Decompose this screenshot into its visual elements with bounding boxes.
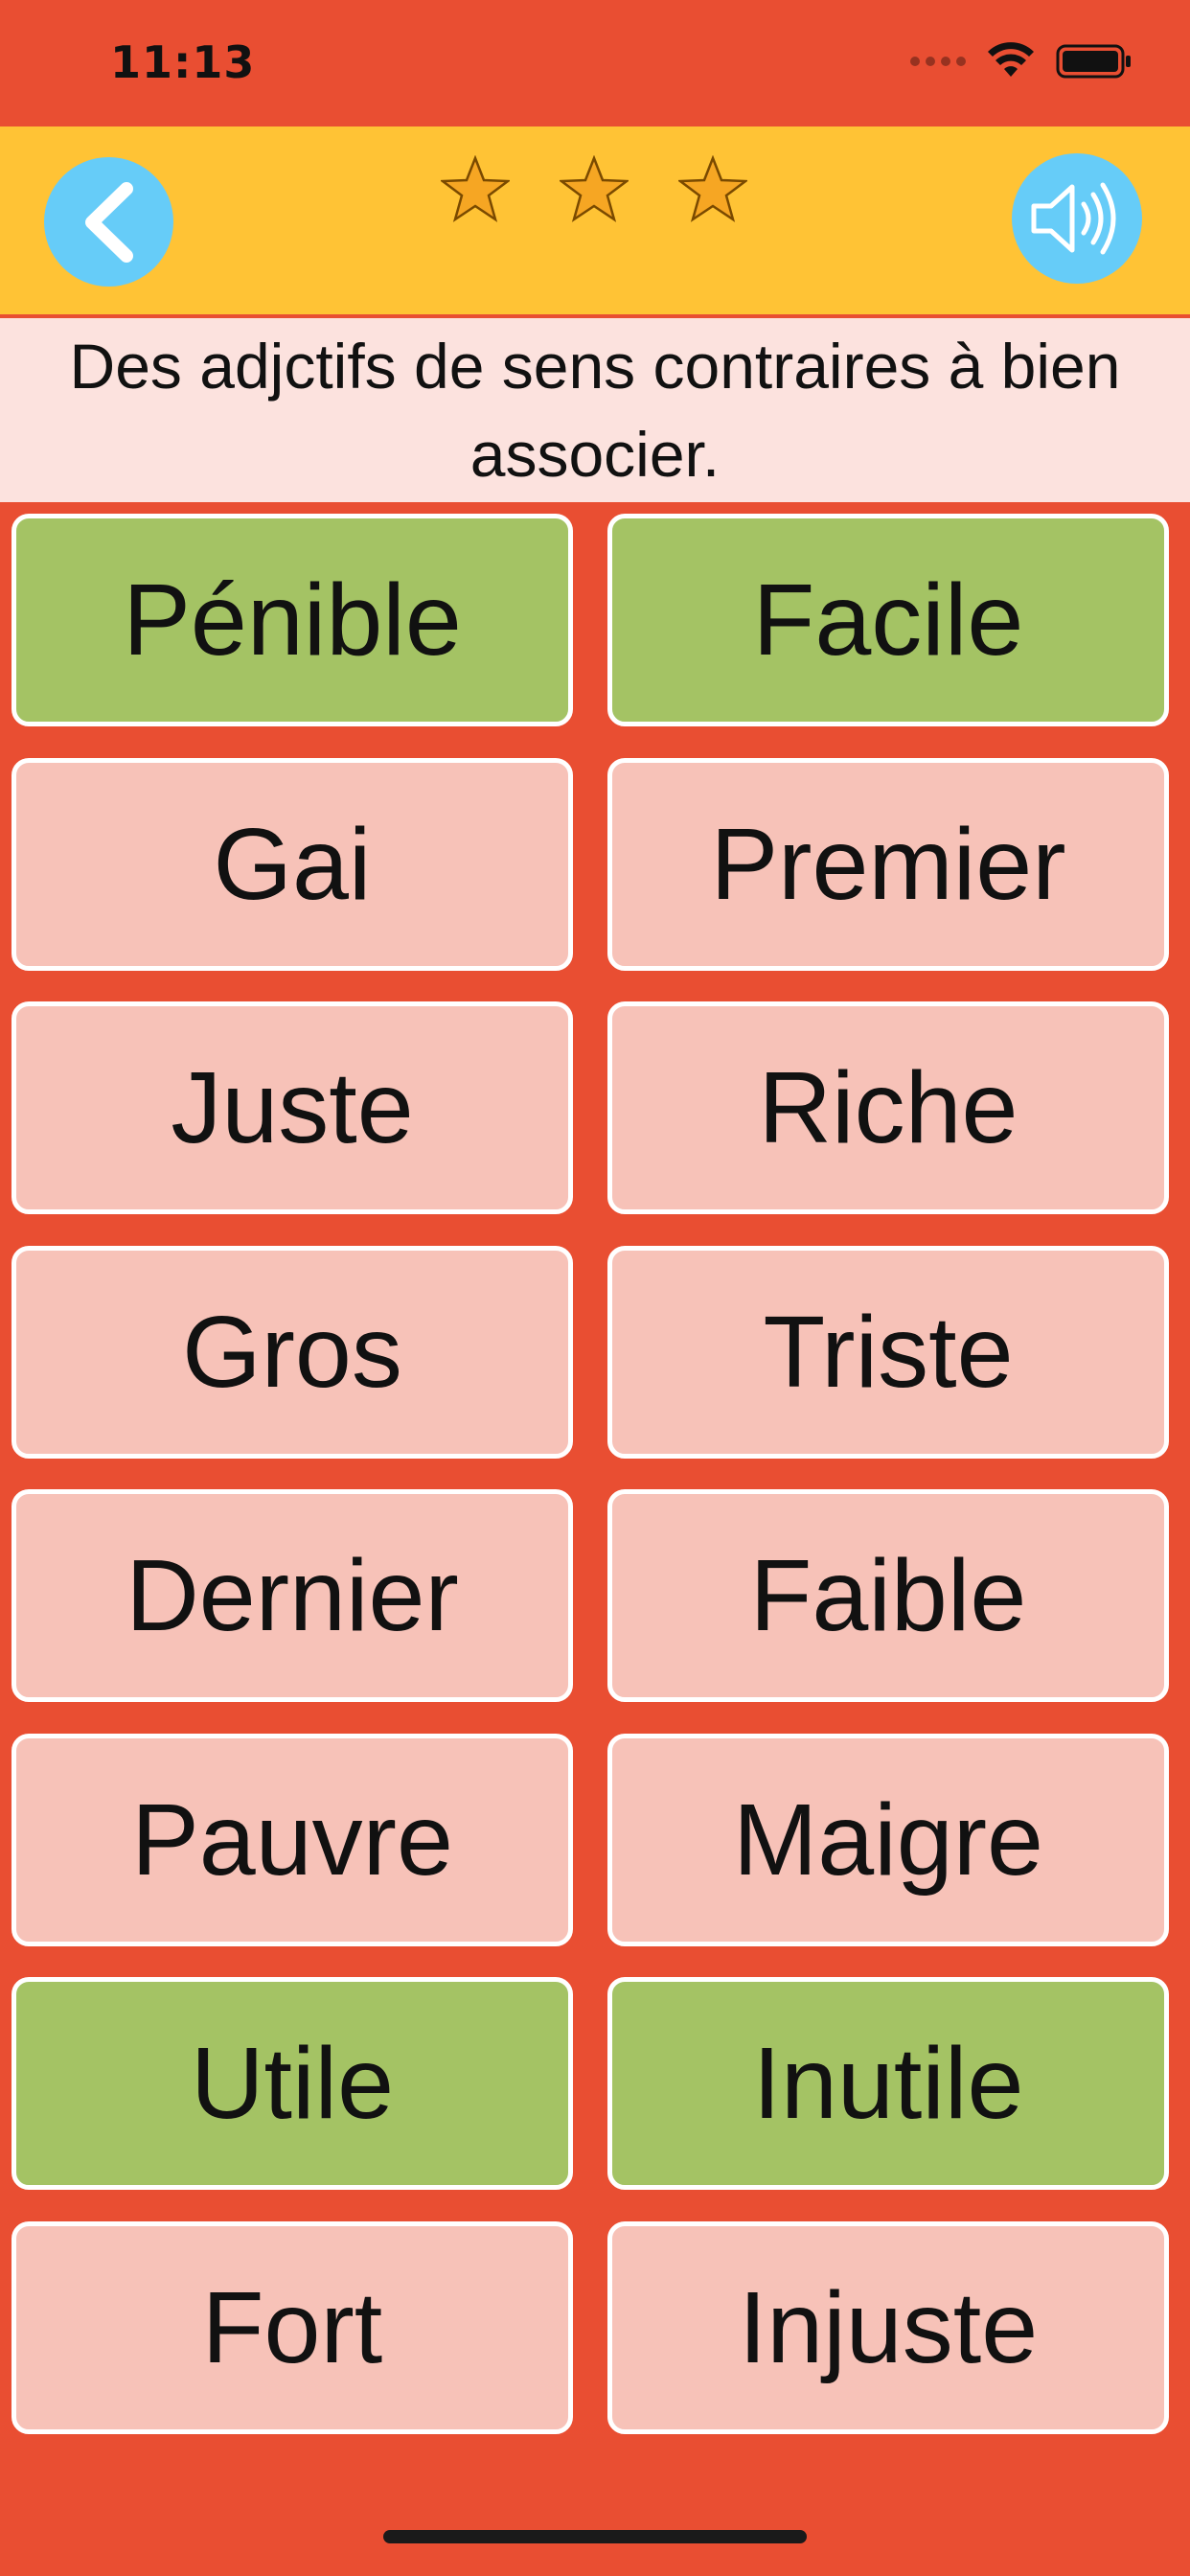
back-button[interactable]: [44, 157, 173, 287]
signal-dots-icon: [910, 57, 966, 66]
word-card[interactable]: Pénible: [11, 514, 573, 726]
battery-icon: [1056, 44, 1131, 79]
word-card[interactable]: Dernier: [11, 1489, 573, 1702]
wifi-icon: [988, 42, 1034, 77]
home-indicator[interactable]: [383, 2530, 807, 2543]
chevron-left-icon: [84, 181, 133, 263]
word-card[interactable]: Inutile: [607, 1977, 1169, 2190]
header-bar: [0, 126, 1190, 317]
word-card[interactable]: Injuste: [607, 2221, 1169, 2434]
word-card[interactable]: Fort: [11, 2221, 573, 2434]
star-rating: [441, 155, 757, 232]
word-card[interactable]: Utile: [11, 1977, 573, 2190]
instruction-text: Des adjctifs de sens contraires à bien a…: [69, 331, 1121, 490]
star-icon: [560, 155, 629, 222]
word-card[interactable]: Pauvre: [11, 1734, 573, 1946]
status-time: 11:13: [110, 36, 256, 88]
star-icon: [678, 155, 747, 222]
star-icon: [441, 155, 510, 222]
word-card[interactable]: Riche: [607, 1001, 1169, 1214]
word-card[interactable]: Maigre: [607, 1734, 1169, 1946]
word-card[interactable]: Facile: [607, 514, 1169, 726]
speaker-icon: [1031, 182, 1116, 255]
status-bar: 11:13: [0, 0, 1190, 126]
word-card[interactable]: Triste: [607, 1246, 1169, 1459]
word-card[interactable]: Juste: [11, 1001, 573, 1214]
sound-button[interactable]: [1012, 153, 1142, 284]
status-icons: [910, 42, 1133, 80]
instruction-banner: Des adjctifs de sens contraires à bien a…: [0, 318, 1190, 502]
word-card[interactable]: Gros: [11, 1246, 573, 1459]
word-card[interactable]: Faible: [607, 1489, 1169, 1702]
word-card[interactable]: Gai: [11, 758, 573, 971]
word-card[interactable]: Premier: [607, 758, 1169, 971]
